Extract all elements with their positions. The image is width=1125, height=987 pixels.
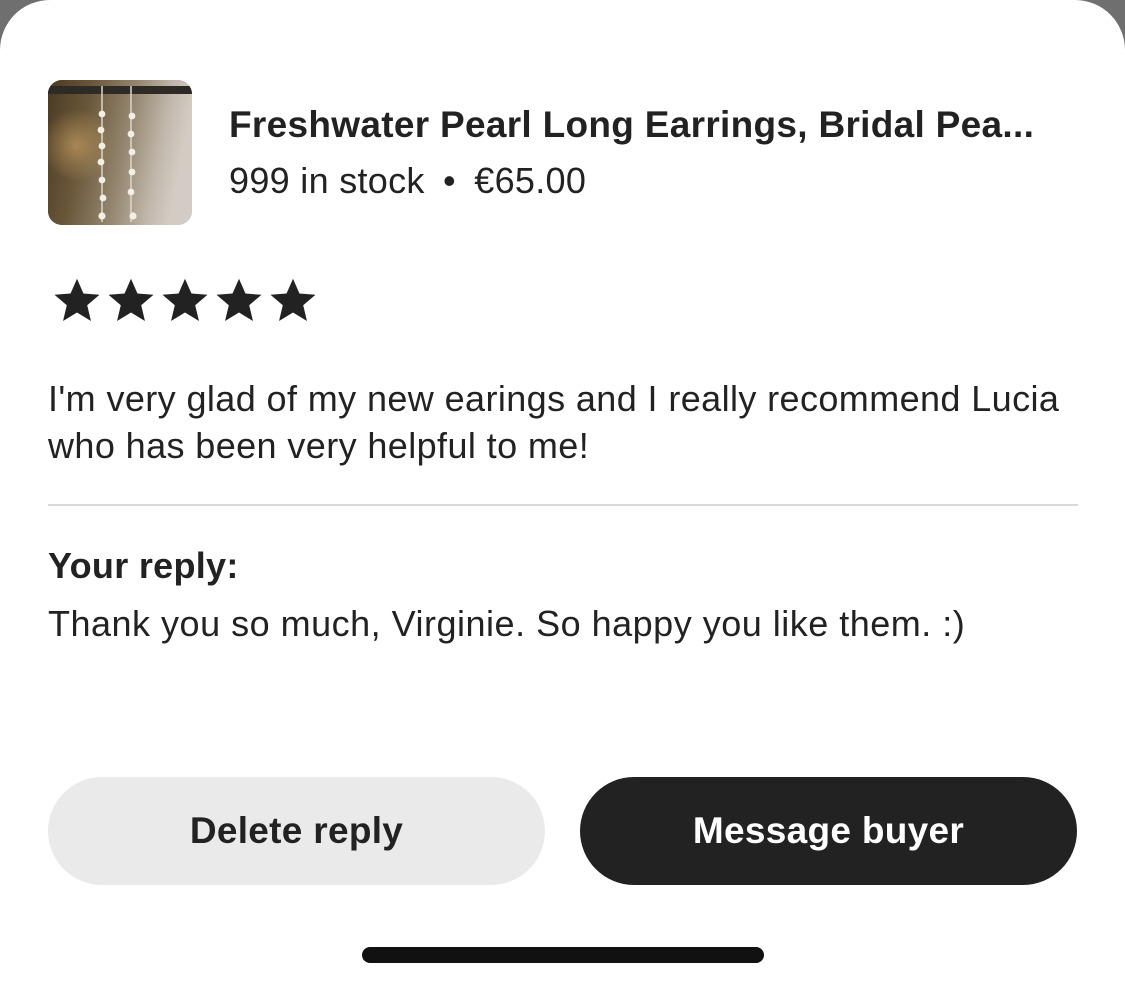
- star-icon: [216, 278, 262, 322]
- star-rating: [50, 275, 320, 327]
- product-price: €65.00: [474, 160, 587, 201]
- reply-label: Your reply:: [48, 545, 239, 586]
- home-indicator[interactable]: [362, 947, 764, 963]
- review-detail-sheet: Freshwater Pearl Long Earrings, Bridal P…: [0, 0, 1125, 987]
- pearl-earrings-photo-icon: [48, 80, 192, 225]
- star-icon: [162, 278, 208, 322]
- star-icon: [108, 278, 154, 322]
- stock-count: 999 in stock: [229, 160, 425, 201]
- product-meta: 999 in stock • €65.00: [229, 156, 1079, 206]
- product-title[interactable]: Freshwater Pearl Long Earrings, Bridal P…: [229, 100, 1079, 150]
- delete-reply-button[interactable]: Delete reply: [48, 777, 545, 885]
- product-summary[interactable]: Freshwater Pearl Long Earrings, Bridal P…: [48, 80, 1078, 225]
- star-icon: [270, 278, 316, 322]
- review-text: I'm very glad of my new earings and I re…: [48, 378, 1060, 466]
- message-buyer-button[interactable]: Message buyer: [580, 777, 1077, 885]
- meta-separator: •: [443, 160, 456, 201]
- star-icon: [54, 278, 100, 322]
- divider: [48, 504, 1078, 506]
- product-thumbnail: [48, 80, 192, 225]
- product-info: Freshwater Pearl Long Earrings, Bridal P…: [229, 100, 1079, 206]
- reply-text: Thank you so much, Virginie. So happy yo…: [48, 603, 966, 644]
